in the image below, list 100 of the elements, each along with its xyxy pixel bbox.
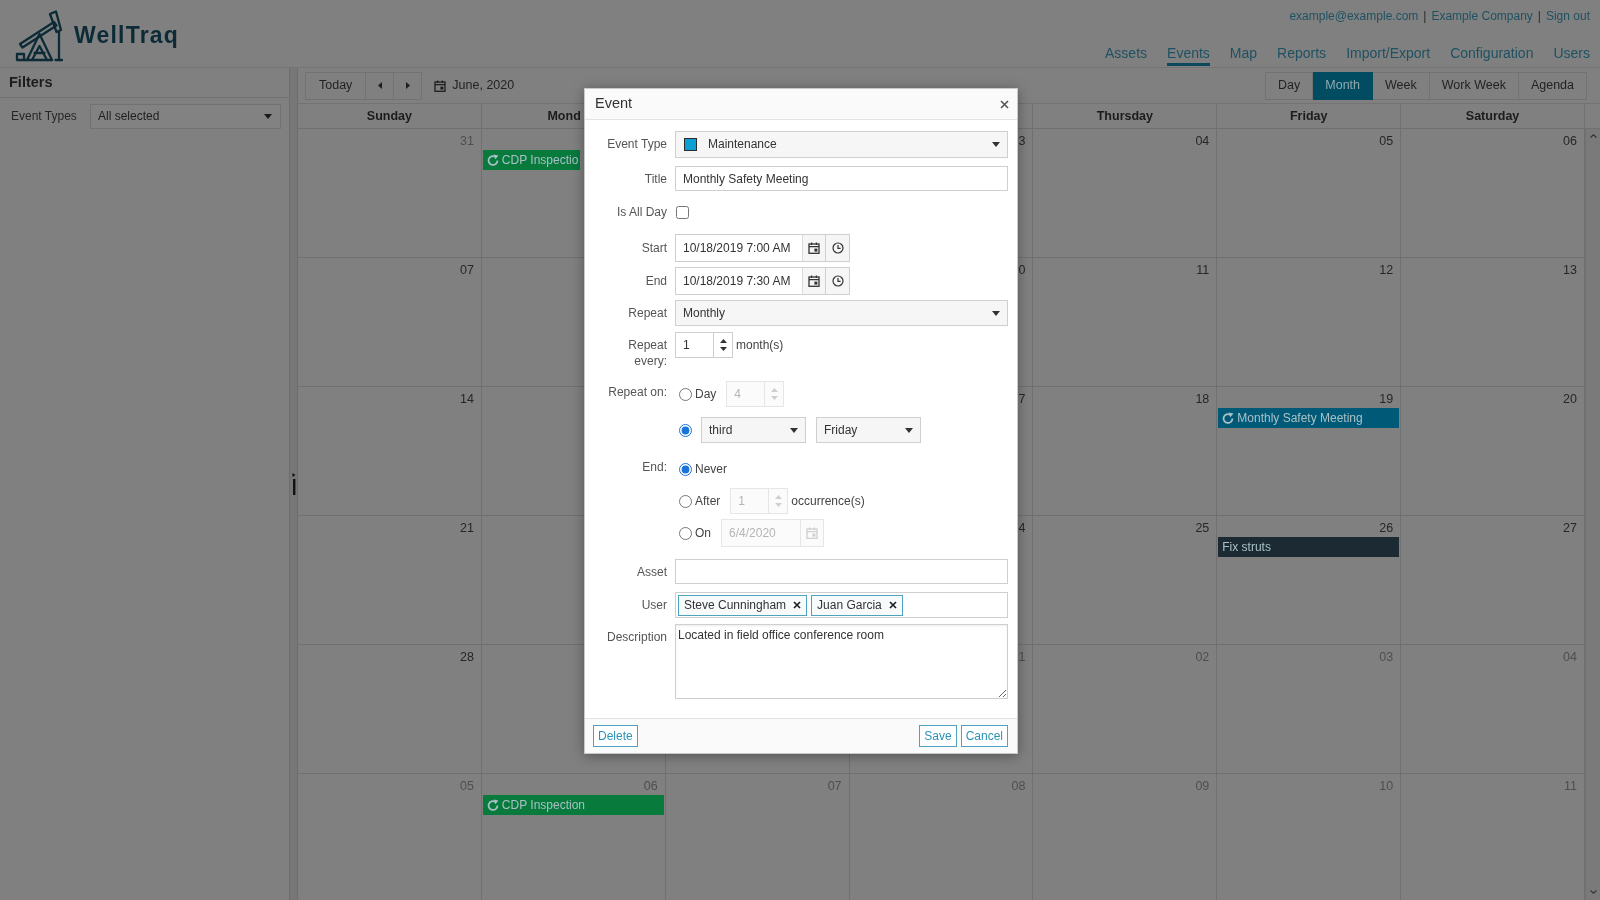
caret-down-icon bbox=[770, 396, 778, 401]
description-textarea[interactable]: Located in field office conference room bbox=[675, 624, 1008, 700]
day-number: 7 bbox=[1018, 391, 1027, 407]
user-multiselect[interactable]: Steve Cunningham Juan Garcia bbox=[675, 592, 1008, 619]
number-input[interactable]: 1 bbox=[675, 332, 713, 359]
caret-down-icon bbox=[992, 142, 1000, 147]
dialog-button[interactable]: Cancel bbox=[960, 725, 1008, 748]
dialog-title: Event bbox=[595, 94, 633, 114]
caret-up-icon bbox=[770, 388, 778, 393]
view-tab[interactable]: Work Week bbox=[1429, 71, 1519, 100]
field-label: Title bbox=[643, 171, 668, 187]
field-label: End bbox=[644, 273, 668, 290]
user-tag[interactable]: Steve Cunningham bbox=[678, 594, 808, 616]
day-number: 14 bbox=[459, 391, 475, 407]
today-button[interactable]: Today bbox=[305, 71, 367, 100]
clock-button[interactable] bbox=[826, 267, 850, 296]
radio-button[interactable] bbox=[679, 423, 692, 437]
calendar-button[interactable] bbox=[802, 234, 826, 263]
caret-down-icon bbox=[774, 503, 782, 508]
day-number: 3 bbox=[1018, 133, 1027, 149]
clock-button[interactable] bbox=[826, 234, 850, 263]
field-label: Start bbox=[640, 240, 668, 257]
field-label: Description bbox=[605, 629, 668, 646]
checkbox[interactable] bbox=[676, 206, 689, 219]
day-number: 26 bbox=[1379, 520, 1395, 536]
day-number: 18 bbox=[1195, 391, 1211, 407]
user-tag[interactable]: Juan Garcia bbox=[811, 594, 903, 616]
close-icon[interactable] bbox=[1000, 99, 1009, 109]
field-label: User bbox=[640, 597, 668, 614]
nav-link[interactable]: Configuration bbox=[1450, 45, 1534, 66]
day-number: 4 bbox=[1018, 520, 1027, 536]
nav-link[interactable]: Users bbox=[1553, 45, 1590, 66]
field-label: Event Type bbox=[606, 136, 668, 152]
caret-up-icon bbox=[774, 495, 782, 500]
caret-down-icon bbox=[905, 427, 913, 433]
spinner[interactable] bbox=[713, 332, 733, 359]
radio-button[interactable] bbox=[679, 462, 692, 476]
refresh-icon bbox=[486, 154, 499, 166]
day-number: 13 bbox=[1563, 262, 1578, 278]
resize-handle-icon bbox=[291, 473, 296, 495]
nav-link[interactable]: Events bbox=[1167, 45, 1210, 66]
dialog-button[interactable]: Delete bbox=[593, 725, 638, 748]
field-label: Repeat on: bbox=[607, 384, 668, 401]
caret-down-icon bbox=[719, 347, 727, 352]
nav-link[interactable]: Reports bbox=[1277, 45, 1327, 66]
calendar-icon bbox=[806, 527, 818, 540]
text-input[interactable]: Monthly Safety Meeting bbox=[675, 166, 1008, 191]
calendar-event[interactable]: CDP Inspectio bbox=[482, 150, 581, 170]
date-range-button[interactable]: June, 2020 bbox=[434, 77, 515, 94]
dropdown-select[interactable]: Monthly bbox=[675, 300, 1008, 327]
link-separator: | bbox=[1423, 8, 1427, 25]
day-number: 27 bbox=[1563, 520, 1578, 536]
calendar-icon bbox=[808, 242, 820, 255]
field-label: End: bbox=[641, 459, 668, 476]
field-label: Repeat bbox=[627, 305, 668, 322]
account-link[interactable]: Example Company bbox=[1431, 7, 1533, 25]
day-number: 05 bbox=[1379, 133, 1395, 149]
remove-icon[interactable] bbox=[793, 601, 802, 610]
sidebar-title: Filters bbox=[9, 74, 53, 90]
weekday-header: Mond bbox=[547, 107, 581, 125]
calendar-icon bbox=[808, 275, 820, 288]
radio-label[interactable]: Never bbox=[695, 461, 727, 478]
day-number: 11 bbox=[1196, 262, 1211, 278]
day-number: 28 bbox=[459, 649, 475, 665]
remove-icon[interactable] bbox=[888, 601, 897, 610]
date-input[interactable]: 10/18/2019 7:30 AM bbox=[675, 267, 802, 296]
calendar-event[interactable]: CDP Inspection bbox=[482, 795, 664, 815]
dialog-button[interactable]: Save bbox=[919, 725, 957, 748]
day-number: 19 bbox=[1379, 391, 1395, 407]
scrollbar[interactable] bbox=[1585, 129, 1600, 900]
account-link[interactable]: example@example.com bbox=[1289, 7, 1419, 25]
weekday-header: Sunday bbox=[366, 107, 412, 125]
view-tab[interactable]: Day bbox=[1265, 71, 1314, 100]
date-input[interactable]: 10/18/2019 7:00 AM bbox=[675, 234, 802, 263]
calendar-event[interactable]: Monthly Safety Meeting bbox=[1218, 408, 1400, 428]
color-swatch-icon bbox=[684, 138, 697, 151]
calendar-event[interactable]: Fix struts bbox=[1218, 537, 1400, 557]
text-input[interactable] bbox=[675, 559, 1008, 585]
view-tab[interactable]: Agenda bbox=[1518, 71, 1587, 100]
view-tab[interactable]: Month bbox=[1313, 71, 1373, 100]
view-tab[interactable]: Week bbox=[1373, 71, 1430, 100]
caret-down-icon bbox=[1589, 890, 1597, 894]
link-separator: | bbox=[1537, 8, 1541, 25]
filter-select[interactable]: All selected bbox=[90, 104, 281, 129]
caret-down-icon bbox=[790, 427, 798, 433]
day-number: 20 bbox=[1563, 391, 1578, 407]
pumpjack-logo-icon bbox=[15, 8, 63, 63]
dropdown-select[interactable]: third bbox=[701, 417, 806, 444]
dropdown-select[interactable]: Friday bbox=[816, 417, 921, 444]
weekday-header: Thursday bbox=[1096, 107, 1153, 125]
field-label: Asset bbox=[636, 564, 668, 581]
calendar-button[interactable] bbox=[802, 267, 826, 296]
event-type-select[interactable]: Maintenance bbox=[675, 131, 1008, 158]
filter-label: Event Types bbox=[11, 108, 78, 125]
app-name: WellTraq bbox=[74, 20, 180, 50]
refresh-icon bbox=[1222, 412, 1235, 424]
nav-link[interactable]: Import/Export bbox=[1346, 45, 1431, 66]
nav-link[interactable]: Map bbox=[1229, 45, 1258, 66]
nav-link[interactable]: Assets bbox=[1105, 45, 1148, 66]
account-link[interactable]: Sign out bbox=[1545, 7, 1590, 25]
